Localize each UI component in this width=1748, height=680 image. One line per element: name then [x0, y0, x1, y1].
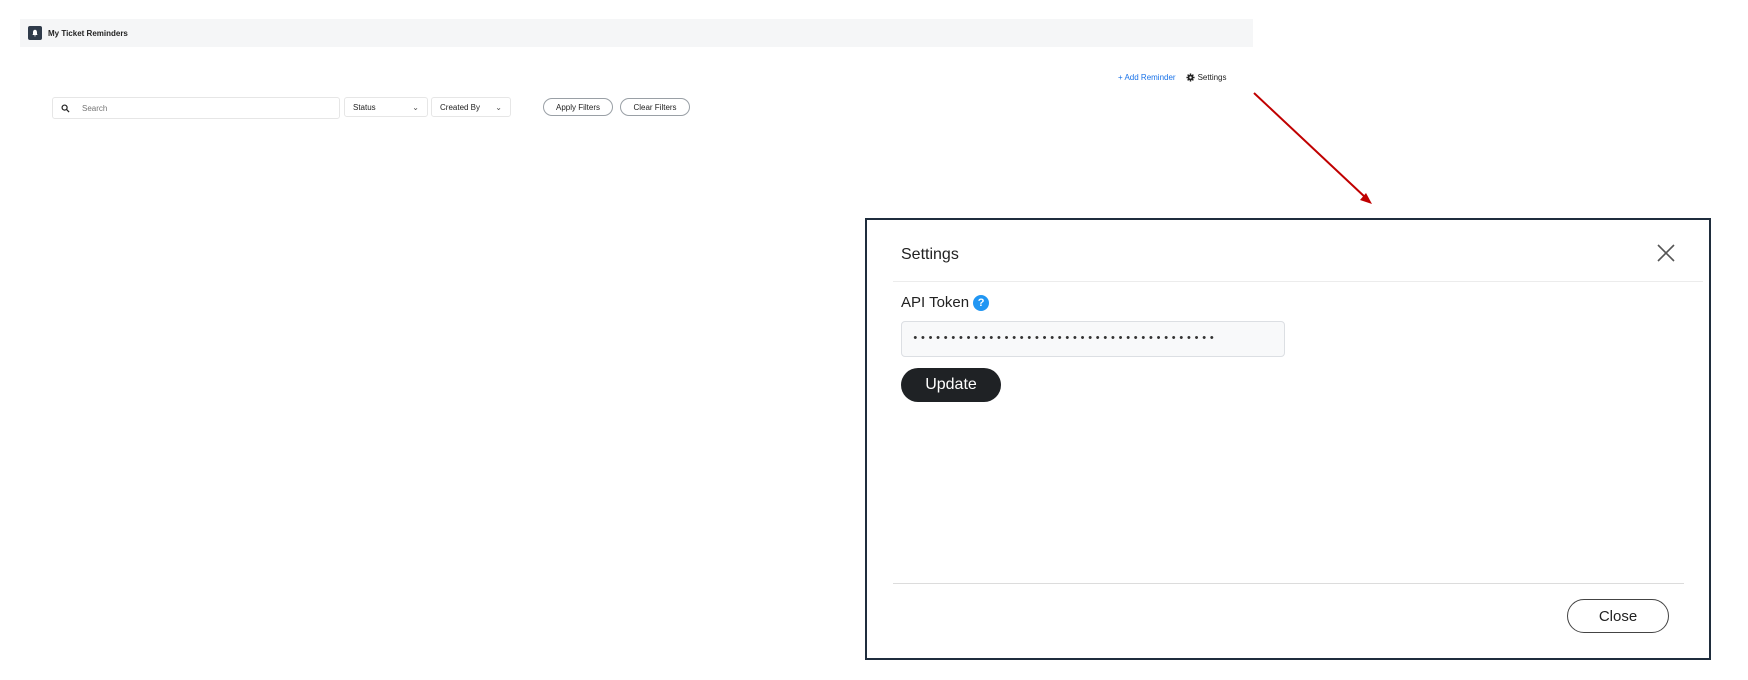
- apply-filters-button[interactable]: Apply Filters: [543, 98, 613, 116]
- settings-button[interactable]: Settings: [1186, 73, 1227, 82]
- search-icon: [61, 103, 70, 113]
- api-token-field[interactable]: [901, 321, 1285, 357]
- api-token-label: API Token ?: [901, 294, 990, 311]
- update-button[interactable]: Update: [901, 368, 1001, 402]
- api-token-label-text: API Token: [901, 294, 970, 311]
- settings-modal: Settings API Token ? Update Close: [865, 218, 1711, 660]
- add-reminder-button[interactable]: + Add Reminder: [1118, 73, 1176, 82]
- modal-title: Settings: [901, 246, 959, 263]
- chevron-down-icon: ⌄: [412, 102, 419, 112]
- app-title: My Ticket Reminders: [48, 28, 128, 38]
- clear-filters-button[interactable]: Clear Filters: [620, 98, 690, 116]
- search-box: [52, 97, 340, 119]
- settings-label: Settings: [1197, 73, 1227, 82]
- modal-footer-divider: [893, 583, 1684, 584]
- close-icon[interactable]: [1655, 242, 1677, 264]
- search-input[interactable]: [80, 102, 324, 114]
- close-button[interactable]: Close: [1567, 599, 1669, 633]
- status-select[interactable]: Status ⌄: [344, 97, 428, 117]
- status-select-label: Status: [353, 102, 376, 112]
- toolbar-actions: + Add Reminder Settings: [1118, 73, 1227, 82]
- app-header: My Ticket Reminders: [20, 19, 1253, 47]
- created-by-select[interactable]: Created By ⌄: [431, 97, 511, 117]
- created-by-select-label: Created By: [440, 102, 481, 112]
- help-icon[interactable]: ?: [973, 294, 990, 311]
- gear-icon: [1186, 73, 1195, 82]
- chevron-down-icon: ⌄: [495, 102, 502, 112]
- bell-icon: [28, 26, 42, 40]
- modal-header-divider: [893, 281, 1703, 282]
